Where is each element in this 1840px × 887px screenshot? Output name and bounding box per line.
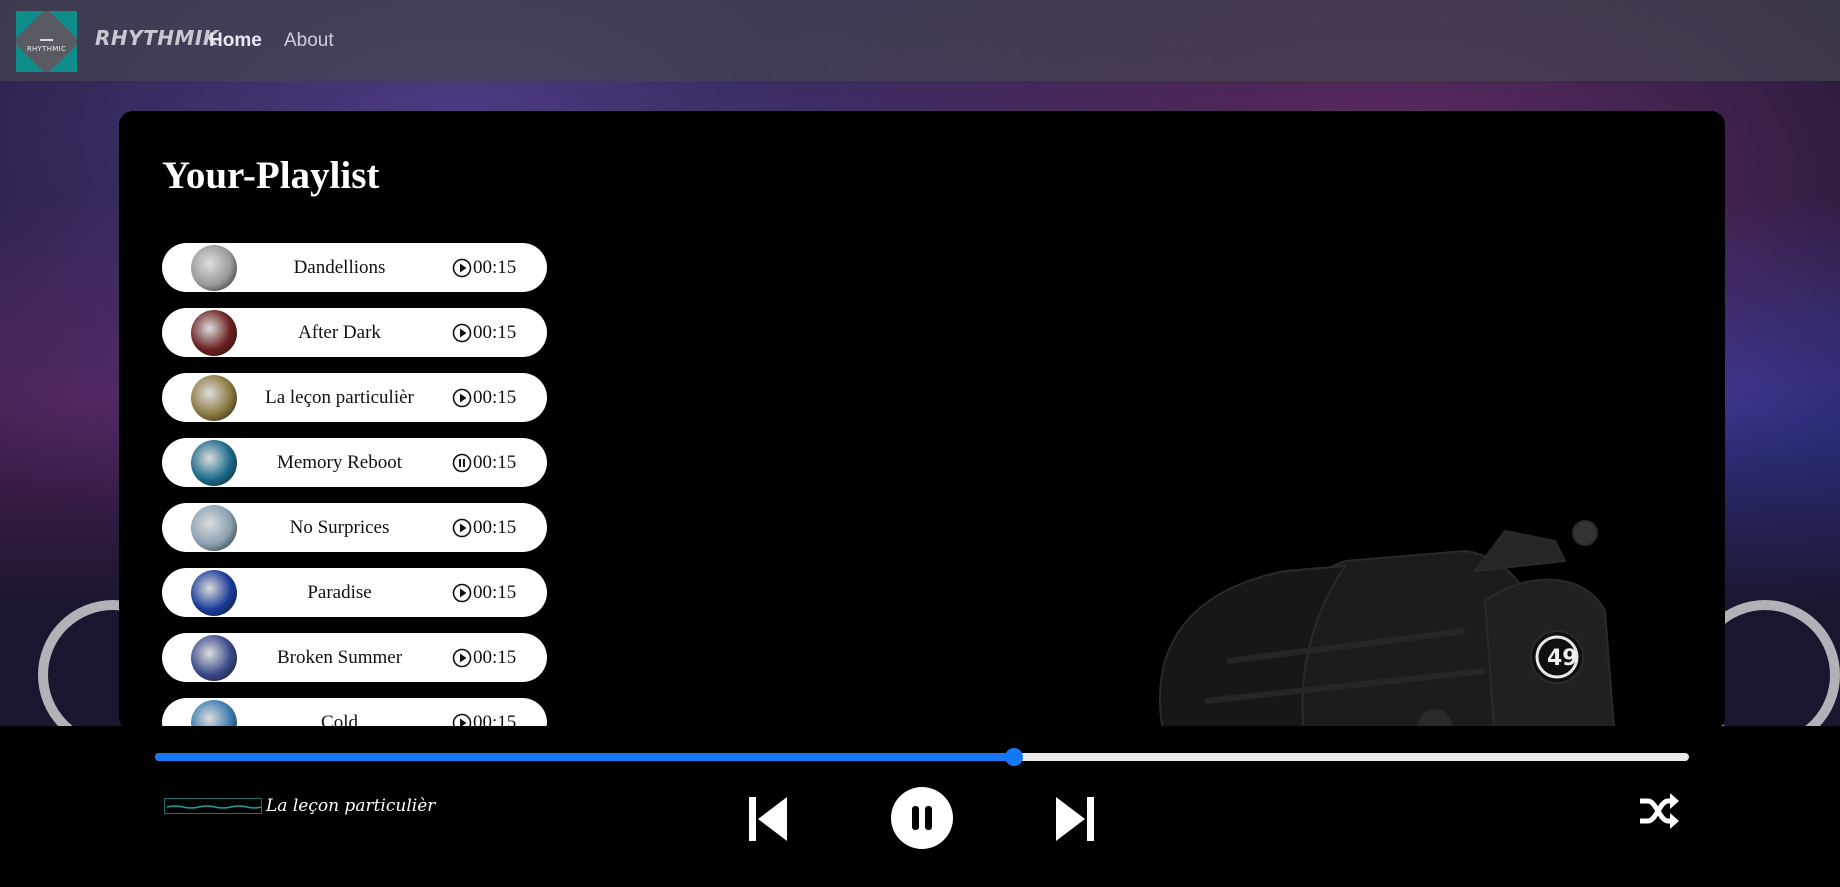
playlist-song-item[interactable]: Paradise 00:15 <box>162 568 547 617</box>
progress-thumb[interactable] <box>1005 748 1024 766</box>
brand-name[interactable]: RHYTHMIK <box>95 26 219 50</box>
playlist-song-item[interactable]: Broken Summer 00:15 <box>162 633 547 682</box>
album-cover <box>191 310 237 356</box>
playlist-card: Your-Playlist Dandellions 00:15 After Dark… <box>119 111 1725 731</box>
logo-equalizer-icon <box>40 31 53 41</box>
nav-home-link[interactable]: Home <box>209 30 262 52</box>
song-duration-text: 00:15 <box>473 257 517 278</box>
song-title: After Dark <box>298 322 381 343</box>
song-duration-text: 00:15 <box>473 517 517 538</box>
skip-previous-icon <box>749 797 787 841</box>
previous-button[interactable] <box>747 794 789 844</box>
skip-next-icon <box>1056 797 1094 841</box>
play-pause-button[interactable] <box>891 787 953 849</box>
song-title: No Surprices <box>289 517 390 538</box>
next-button[interactable] <box>1054 794 1096 844</box>
shuffle-icon <box>1640 793 1679 829</box>
song-duration[interactable]: 00:15 <box>452 438 516 487</box>
playlist-song-item[interactable]: La leçon particulièr 00:15 <box>162 373 547 422</box>
play-circle-icon[interactable] <box>452 518 472 538</box>
song-duration-text: 00:15 <box>473 452 517 473</box>
nav-about-link[interactable]: About <box>284 30 334 52</box>
pause-icon <box>891 787 953 849</box>
song-duration[interactable]: 00:15 <box>452 243 516 292</box>
playlist-song-item[interactable]: After Dark 00:15 <box>162 308 547 357</box>
song-title: Broken Summer <box>276 647 403 668</box>
song-duration-text: 00:15 <box>473 582 517 603</box>
playlist-song-item[interactable]: Dandellions 00:15 <box>162 243 547 292</box>
song-duration-text: 00:15 <box>473 387 517 408</box>
song-duration-text: 00:15 <box>473 322 517 343</box>
progress-slider[interactable] <box>155 748 1689 766</box>
play-circle-icon[interactable] <box>452 323 472 343</box>
song-title: Paradise <box>307 582 372 603</box>
navbar: RHYTHMIC RHYTHMIK Home About <box>0 0 1840 81</box>
playlist-song-item[interactable]: Memory Reboot 00:15 <box>162 438 547 487</box>
logo-diamond <box>16 11 77 72</box>
album-cover <box>191 245 237 291</box>
play-circle-icon[interactable] <box>452 388 472 408</box>
playlist-title: Your-Playlist <box>162 154 380 197</box>
song-duration[interactable]: 00:15 <box>452 503 516 552</box>
song-duration[interactable]: 00:15 <box>452 633 516 682</box>
album-cover <box>191 505 237 551</box>
song-title: La leçon particulièr <box>265 387 414 408</box>
song-title: Dandellions <box>293 257 386 278</box>
headphones-illustration: 49 <box>1159 520 1616 731</box>
play-circle-icon[interactable] <box>452 648 472 668</box>
album-cover <box>191 375 237 421</box>
song-duration[interactable]: 00:15 <box>452 568 516 617</box>
album-cover <box>191 440 237 486</box>
song-duration-text: 00:15 <box>473 647 517 668</box>
play-circle-icon[interactable] <box>452 258 472 278</box>
now-playing-title: La leçon particulièr <box>266 796 436 816</box>
song-title: Memory Reboot <box>276 452 403 473</box>
play-circle-icon[interactable] <box>452 583 472 603</box>
brand-logo[interactable]: RHYTHMIC <box>16 11 77 72</box>
shuffle-button[interactable] <box>1638 792 1680 830</box>
logo-text: RHYTHMIC <box>26 45 67 53</box>
song-duration[interactable]: 00:15 <box>452 308 516 357</box>
pause-circle-icon[interactable] <box>452 453 472 473</box>
waveform-icon <box>164 798 262 814</box>
music-player-bar: La leçon particulièr <box>0 726 1840 887</box>
playlist-song-item[interactable]: No Surprices 00:15 <box>162 503 547 552</box>
album-cover <box>191 635 237 681</box>
now-playing: La leçon particulièr <box>164 796 435 816</box>
headphones-brand-mark: 49 <box>1547 646 1578 671</box>
album-cover <box>191 570 237 616</box>
song-duration[interactable]: 00:15 <box>452 373 516 422</box>
progress-fill <box>155 753 1015 761</box>
